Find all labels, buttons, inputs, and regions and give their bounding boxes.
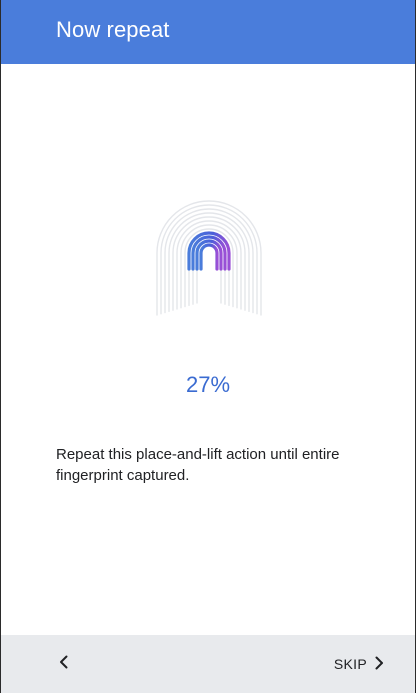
enroll-progress-text: 27% (185, 372, 231, 397)
page-title: Now repeat (56, 17, 170, 42)
instruction-text: Repeat this place-and-lift action until … (56, 446, 340, 484)
app-bar: Now repeat (1, 0, 415, 64)
fingerprint-enroll-screen: Now repeat 27% Repeat this place-and-lif… (0, 0, 416, 693)
chevron-right-icon (373, 656, 385, 673)
fingerprint-icon (154, 195, 264, 325)
back-button[interactable] (47, 647, 81, 681)
bottom-navigation-bar: SKIP (1, 635, 415, 693)
skip-button[interactable]: SKIP (334, 647, 385, 681)
skip-button-label: SKIP (333, 656, 367, 672)
chevron-left-icon (58, 655, 70, 674)
